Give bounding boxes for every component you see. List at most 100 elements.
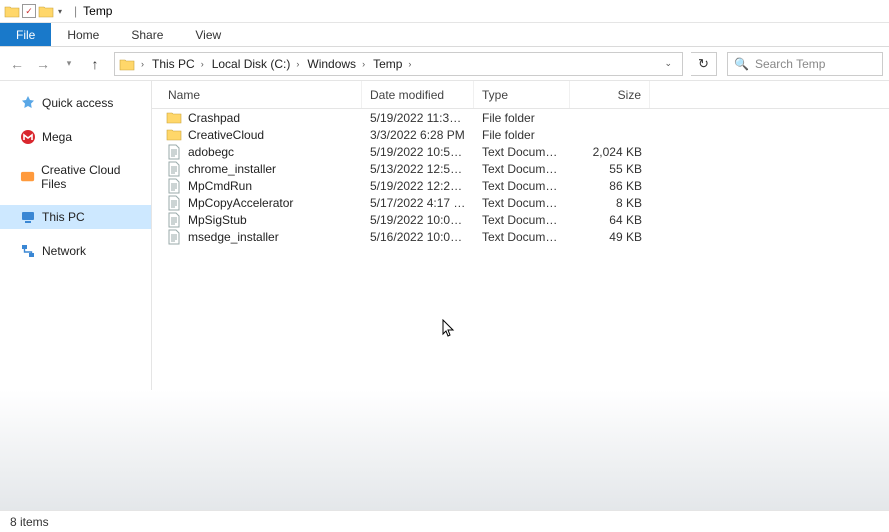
- search-icon: 🔍: [734, 57, 749, 71]
- file-name: MpCopyAccelerator: [188, 196, 293, 210]
- chevron-right-icon: ›: [360, 59, 367, 69]
- column-header-type[interactable]: Type: [474, 81, 570, 108]
- nav-forward-button[interactable]: →: [32, 53, 54, 75]
- address-row: ← → ▾ ↑ › This PC› Local Disk (C:)› Wind…: [0, 47, 889, 81]
- column-header-size[interactable]: Size: [570, 81, 650, 108]
- file-row[interactable]: MpCopyAccelerator 5/17/2022 4:17 PMText D…: [152, 194, 889, 211]
- search-input[interactable]: [755, 57, 876, 71]
- mega-icon: [20, 129, 36, 145]
- search-box[interactable]: 🔍: [727, 52, 883, 76]
- text-file-icon: [166, 161, 182, 177]
- file-name: adobegc: [188, 145, 234, 159]
- sidebar-item-label: Quick access: [42, 96, 113, 110]
- column-headers: Name Date modified Type Size: [152, 81, 889, 109]
- text-file-icon: [166, 178, 182, 194]
- text-file-icon: [166, 212, 182, 228]
- file-type: Text Document: [474, 213, 570, 227]
- column-header-date[interactable]: Date modified: [362, 81, 474, 108]
- column-header-name[interactable]: Name: [152, 81, 362, 108]
- text-file-icon: [166, 229, 182, 245]
- sidebar-item-creative-cloud[interactable]: Creative Cloud Files: [0, 159, 151, 195]
- window-title: Temp: [81, 4, 112, 18]
- address-bar[interactable]: › This PC› Local Disk (C:)› Windows› Tem…: [114, 52, 683, 76]
- status-bar: 8 items: [0, 510, 889, 532]
- file-name: Crashpad: [188, 111, 240, 125]
- file-name: msedge_installer: [188, 230, 279, 244]
- text-file-icon: [166, 144, 182, 160]
- refresh-button[interactable]: ↻: [691, 52, 717, 76]
- file-row[interactable]: MpCmdRun5/19/2022 12:29 PMText Document8…: [152, 177, 889, 194]
- folder-icon: [166, 110, 182, 126]
- nav-back-button[interactable]: ←: [6, 53, 28, 75]
- file-type: Text Document: [474, 196, 570, 210]
- file-row[interactable]: msedge_installer 5/16/2022 10:06 AMText D…: [152, 228, 889, 245]
- navigation-pane: Quick access Mega Creative Cloud Files T…: [0, 81, 152, 510]
- sidebar-item-mega[interactable]: Mega: [0, 125, 151, 149]
- file-size: 64 KB: [570, 213, 650, 227]
- chevron-right-icon: ›: [294, 59, 301, 69]
- mouse-cursor-icon: [442, 319, 456, 339]
- sidebar-item-network[interactable]: Network: [0, 239, 151, 263]
- file-size: 55 KB: [570, 162, 650, 176]
- file-date: 5/19/2022 10:03 AM: [362, 213, 474, 227]
- tab-file[interactable]: File: [0, 23, 51, 46]
- breadcrumb[interactable]: This PC ›: [150, 57, 208, 71]
- file-name: MpSigStub: [188, 213, 247, 227]
- breadcrumb-label: This PC: [152, 57, 195, 71]
- nav-recent-dropdown[interactable]: ▾: [58, 53, 80, 75]
- file-type: Text Document: [474, 230, 570, 244]
- status-item-count: 8 items: [10, 515, 49, 529]
- text-file-icon: [166, 195, 182, 211]
- qat-dropdown-icon[interactable]: ▾: [56, 7, 64, 16]
- folder-icon: [4, 4, 20, 18]
- file-row[interactable]: Crashpad5/19/2022 11:33 AMFile folder: [152, 109, 889, 126]
- folder-icon: [166, 127, 182, 143]
- file-type: Text Document: [474, 179, 570, 193]
- tab-home[interactable]: Home: [51, 23, 115, 46]
- file-date: 5/13/2022 12:58 PM: [362, 162, 474, 176]
- breadcrumb-root-chevron[interactable]: ›: [137, 59, 148, 69]
- file-size: 86 KB: [570, 179, 650, 193]
- sidebar-item-this-pc[interactable]: This PC: [0, 205, 151, 229]
- file-size: 2,024 KB: [570, 145, 650, 159]
- file-name: CreativeCloud: [188, 128, 264, 142]
- file-date: 5/17/2022 4:17 PM: [362, 196, 474, 210]
- sidebar-item-label: Mega: [42, 130, 72, 144]
- ribbon-tabs: File Home Share View: [0, 23, 889, 47]
- breadcrumb[interactable]: Temp›: [371, 57, 415, 71]
- tab-view[interactable]: View: [179, 23, 237, 46]
- file-rows: Crashpad5/19/2022 11:33 AMFile folderCre…: [152, 109, 889, 245]
- file-size: 8 KB: [570, 196, 650, 210]
- file-row[interactable]: adobegc5/19/2022 10:51 AMText Document2,…: [152, 143, 889, 160]
- pc-icon: [20, 209, 36, 225]
- file-date: 5/19/2022 11:33 AM: [362, 111, 474, 125]
- sidebar-item-label: Network: [42, 244, 86, 258]
- file-name: chrome_installer: [188, 162, 276, 176]
- qat-properties-icon[interactable]: ✓: [22, 4, 36, 18]
- file-type: Text Document: [474, 145, 570, 159]
- file-size: 49 KB: [570, 230, 650, 244]
- file-row[interactable]: MpSigStub 5/19/2022 10:03 AMText Document…: [152, 211, 889, 228]
- folder-icon: [38, 4, 54, 18]
- tab-share[interactable]: Share: [115, 23, 179, 46]
- chevron-right-icon: ›: [199, 59, 206, 69]
- star-icon: [20, 95, 36, 111]
- sidebar-item-quick-access[interactable]: Quick access: [0, 91, 151, 115]
- breadcrumb-label: Windows: [307, 57, 356, 71]
- nav-up-button[interactable]: ↑: [84, 53, 106, 75]
- file-name: MpCmdRun: [188, 179, 252, 193]
- address-history-dropdown[interactable]: ⌄: [658, 58, 678, 69]
- breadcrumb-label: Local Disk (C:): [212, 57, 291, 71]
- file-list-pane: Name Date modified Type Size Crashpad 5/1…: [152, 81, 889, 510]
- network-icon: [20, 243, 36, 259]
- breadcrumb[interactable]: Local Disk (C:)›: [210, 57, 304, 71]
- breadcrumb[interactable]: Windows ›: [305, 57, 369, 71]
- sidebar-item-label: This PC: [42, 210, 85, 224]
- creative-cloud-icon: [20, 169, 35, 185]
- folder-icon: [119, 57, 135, 71]
- file-date: 5/16/2022 10:06 AM: [362, 230, 474, 244]
- quick-access-toolbar: ✓ ▾: [0, 4, 70, 18]
- file-row[interactable]: CreativeCloud3/3/2022 6:28 PMFile folder: [152, 126, 889, 143]
- title-separator: |: [70, 4, 81, 18]
- file-row[interactable]: chrome_installer5/13/2022 12:58 PMText D…: [152, 160, 889, 177]
